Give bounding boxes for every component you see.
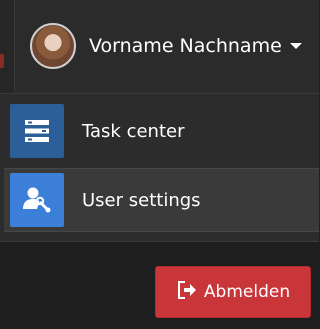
task-center-icon xyxy=(10,104,64,158)
divider xyxy=(14,0,15,93)
left-edge-strip xyxy=(0,0,14,93)
menu-item-label: Task center xyxy=(82,120,185,142)
user-dropdown-menu: Task center User settings xyxy=(0,93,319,242)
notification-indicator xyxy=(0,54,4,68)
logout-label: Abmelden xyxy=(203,282,291,302)
avatar xyxy=(30,23,76,69)
menu-item-user-settings[interactable]: User settings xyxy=(4,168,319,232)
menu-footer: Abmelden xyxy=(0,241,319,329)
menu-item-task-center[interactable]: Task center xyxy=(0,100,319,162)
menu-item-label: User settings xyxy=(82,189,201,211)
caret-down-icon xyxy=(289,43,302,49)
user-settings-icon xyxy=(10,173,64,227)
user-menu-toggle[interactable]: Vorname Nachname xyxy=(30,20,319,72)
sign-out-icon xyxy=(176,279,198,305)
logout-button[interactable]: Abmelden xyxy=(155,266,311,318)
top-bar: Vorname Nachname xyxy=(0,0,319,93)
user-name: Vorname Nachname xyxy=(89,35,282,57)
